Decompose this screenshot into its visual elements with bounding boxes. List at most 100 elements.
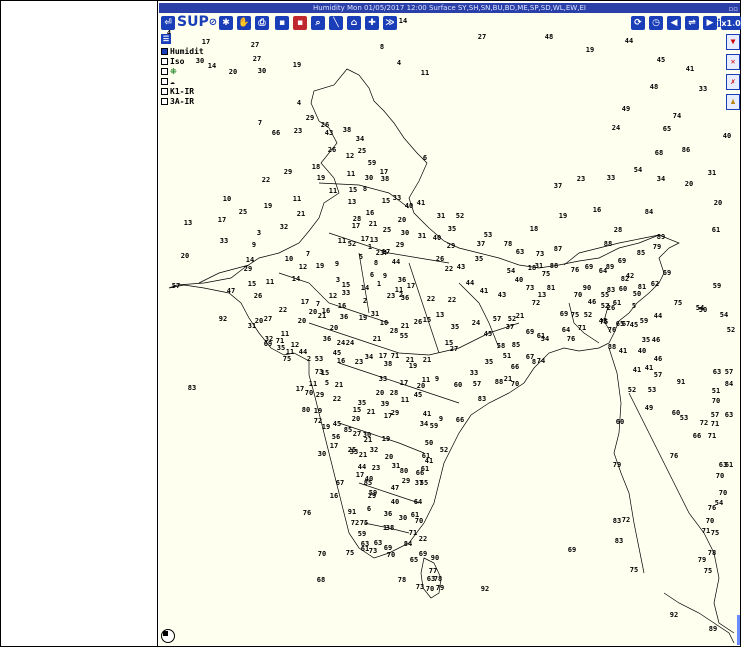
humidity-observation: 91	[676, 378, 686, 386]
humidity-observation: 73	[525, 284, 535, 292]
left-blank-pane	[1, 1, 158, 646]
humidity-observation: 58	[496, 342, 506, 350]
humidity-observation: 13	[369, 236, 379, 244]
humidity-observation: 22	[447, 296, 457, 304]
humidity-observation: 69	[584, 263, 594, 271]
humidity-observation: 57	[710, 411, 720, 419]
humidity-observation: 31	[707, 169, 717, 177]
humidity-observation: 5	[358, 253, 364, 261]
layer-checkbox[interactable]	[161, 57, 168, 65]
humidity-observation: 10	[284, 255, 294, 263]
tool-x-icon[interactable]: ✕	[726, 54, 740, 70]
humidity-observation: 22	[261, 176, 271, 184]
humidity-observation: 1	[376, 280, 382, 288]
humidity-observation: 28	[389, 389, 399, 397]
humidity-observation: 51	[711, 387, 721, 395]
layer-weather[interactable]: ☁	[161, 76, 231, 86]
humidity-observation: 57	[171, 282, 181, 290]
humidity-observation: 36	[400, 294, 410, 302]
coastline-and-borders	[168, 68, 735, 644]
humidity-observation: 12	[328, 292, 338, 300]
humidity-observation: 85	[511, 341, 521, 349]
humidity-observation: 52	[347, 240, 357, 248]
layer-checkbox[interactable]	[161, 67, 168, 75]
humidity-observation: 44	[653, 312, 663, 320]
humidity-observation: 88	[494, 378, 504, 386]
layer-checkbox[interactable]	[161, 87, 168, 95]
humidity-observation: 54	[633, 166, 643, 174]
map-window: Humidity Mon 01/05/2017 12:00 Surface SY…	[159, 3, 741, 646]
humidity-observation: 17	[406, 282, 416, 290]
humidity-observation: 34	[355, 135, 365, 143]
humidity-observation: 15	[341, 281, 351, 289]
humidity-observation: 5	[324, 379, 330, 387]
humidity-observation: 6	[422, 154, 428, 162]
humidity-observation: 17	[381, 248, 391, 256]
humidity-observation: 51	[502, 352, 512, 360]
layer-iso[interactable]: Iso	[161, 56, 231, 66]
humidity-observation: 9	[251, 241, 257, 249]
humidity-observation: 62	[650, 280, 660, 288]
humidity-observation: 35	[447, 225, 457, 233]
humidity-observation: 70	[711, 397, 721, 405]
layer-stations[interactable]: ⁜	[161, 66, 231, 76]
filter-icon[interactable]: ▼	[726, 34, 740, 50]
humidity-observation: 12	[345, 152, 355, 160]
humidity-observation: 44	[391, 258, 401, 266]
humidity-observation: 50	[698, 306, 708, 314]
humidity-observation: 6	[369, 271, 375, 279]
humidity-observation: 21	[366, 408, 376, 416]
humidity-observation: 17	[300, 298, 310, 306]
humidity-observation: 16	[336, 357, 346, 365]
layer-checkbox[interactable]	[161, 97, 168, 105]
humidity-observation: 11	[308, 380, 318, 388]
layer-checkbox[interactable]	[161, 77, 168, 85]
humidity-observation: 36	[339, 313, 349, 321]
humidity-observation: 19	[316, 174, 326, 182]
humidity-observation: 78	[433, 575, 443, 583]
humidity-observation: 78	[707, 549, 717, 557]
humidity-observation: 10	[222, 195, 232, 203]
screen-frame: Humidity Mon 01/05/2017 12:00 Surface SY…	[0, 0, 741, 647]
humidity-observation: 53	[647, 386, 657, 394]
humidity-observation: 84	[724, 380, 734, 388]
humidity-observation: 45	[656, 56, 666, 64]
weather-icon: ☁	[170, 76, 175, 86]
humidity-observation: 85	[636, 249, 646, 257]
humidity-observation: 24	[611, 124, 621, 132]
humidity-observation: 59	[712, 282, 722, 290]
humidity-observation: 20	[351, 415, 361, 423]
humidity-observation: 69	[617, 257, 627, 265]
layer-3a-ir[interactable]: 3A-IR	[161, 96, 231, 106]
humidity-observation: 16	[365, 209, 375, 217]
scrollbar[interactable]	[737, 615, 740, 645]
humidity-observation: 64	[598, 267, 608, 275]
layer-humidity[interactable]: Humidit	[161, 46, 231, 56]
humidity-observation: 64	[413, 498, 423, 506]
person-icon[interactable]: ♟	[726, 94, 740, 110]
humidity-observation: 69	[263, 340, 273, 348]
humidity-observation: 88	[549, 262, 559, 270]
humidity-observation: 31	[534, 262, 544, 270]
layer-menu-icon[interactable]: ☰	[161, 34, 171, 44]
humidity-observation: 50	[632, 290, 642, 298]
humidity-observation: 83	[614, 537, 624, 545]
tool-marker-icon[interactable]: ✗	[726, 74, 740, 90]
humidity-observation: 70	[718, 489, 728, 497]
humidity-observation: 21	[400, 322, 410, 330]
humidity-observation: 54	[540, 335, 550, 343]
humidity-observation: 25	[357, 147, 367, 155]
humidity-observation: 70	[425, 585, 435, 593]
humidity-observation: 20	[397, 216, 407, 224]
humidity-observation: 49	[644, 404, 654, 412]
compass-icon	[161, 629, 175, 643]
humidity-observation: 66	[510, 363, 520, 371]
humidity-observation: 33	[392, 194, 402, 202]
layer-checkbox[interactable]	[161, 47, 168, 55]
humidity-observation: 72	[531, 299, 541, 307]
humidity-observation: 46	[587, 298, 597, 306]
layer-k1-ir[interactable]: K1-IR	[161, 86, 231, 96]
humidity-observation: 19	[358, 314, 368, 322]
humidity-observation: 25	[238, 208, 248, 216]
humidity-observation: 19	[381, 435, 391, 443]
